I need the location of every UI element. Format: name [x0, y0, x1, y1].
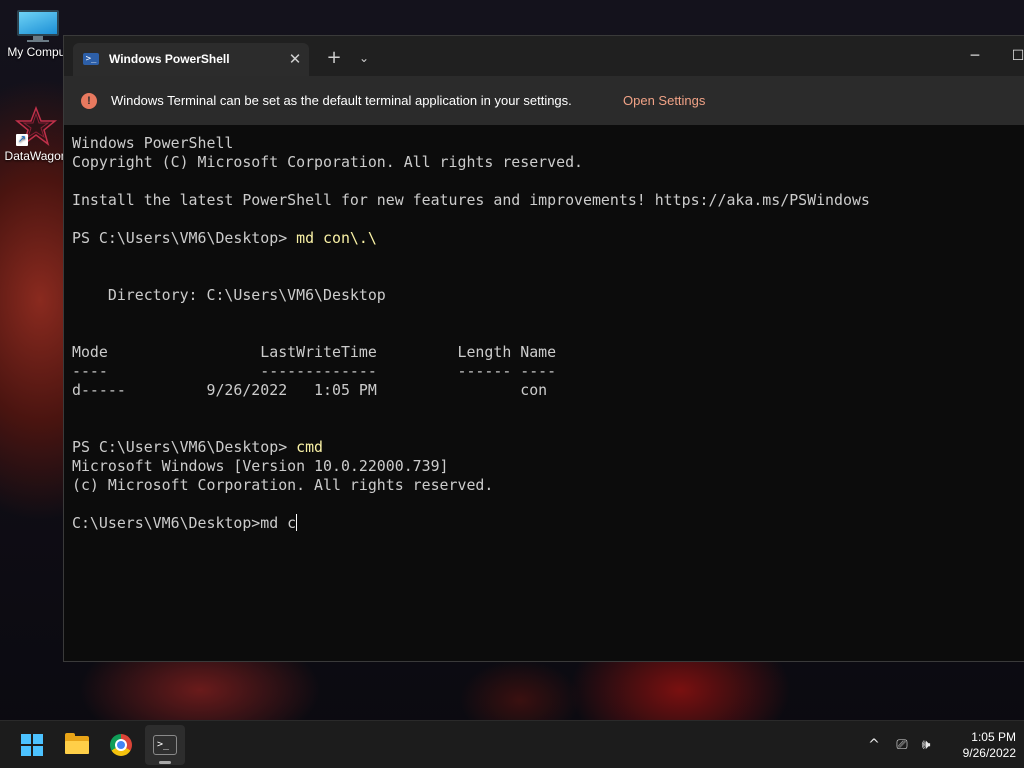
console-line: Mode LastWriteTime Length Name: [72, 343, 1017, 362]
text-cursor: [296, 514, 298, 531]
chrome-button[interactable]: [101, 725, 141, 765]
console-line: PS C:\Users\VM6\Desktop> md con\.\: [72, 229, 1017, 248]
clock-time: 1:05 PM: [971, 730, 1016, 744]
output-text: ---- ------------- ------ ----: [72, 362, 557, 380]
maximize-button[interactable]: ☐: [1004, 44, 1024, 68]
console-line: d----- 9/26/2022 1:05 PM con: [72, 381, 1017, 400]
output-text: Mode LastWriteTime Length Name: [72, 343, 557, 361]
desktop-icon-label: My Comput: [7, 45, 69, 59]
output-text: Copyright (C) Microsoft Corporation. All…: [72, 153, 584, 171]
output-text: (c) Microsoft Corporation. All rights re…: [72, 476, 494, 494]
terminal-window: >_ Windows PowerShell ✕ + ⌄ ─ ☐ ! Window…: [63, 35, 1024, 662]
file-explorer-button[interactable]: [57, 725, 97, 765]
new-tab-button[interactable]: +: [322, 46, 346, 70]
volume-icon[interactable]: 🕪: [916, 735, 936, 755]
desktop-icon-label: DataWagon: [4, 149, 68, 163]
console-line: Copyright (C) Microsoft Corporation. All…: [72, 153, 1017, 172]
desktop-icon-my-computer[interactable]: My Comput: [6, 10, 70, 59]
active-indicator: [159, 761, 171, 764]
minimize-button[interactable]: ─: [961, 44, 989, 68]
file-explorer-icon: [65, 733, 89, 754]
datawagon-icon: ↗: [14, 105, 58, 146]
console-line: (c) Microsoft Corporation. All rights re…: [72, 476, 1017, 495]
console-line: C:\Users\VM6\Desktop>md c: [72, 514, 1017, 533]
info-icon: !: [81, 93, 97, 109]
tab-title: Windows PowerShell: [109, 52, 230, 66]
chevron-up-icon[interactable]: ^: [864, 735, 884, 755]
taskbar: >_ ^ ⎚ 🕪 1:05 PM 9/26/2022: [0, 720, 1024, 768]
console-line: Microsoft Windows [Version 10.0.22000.73…: [72, 457, 1017, 476]
clock[interactable]: 1:05 PM 9/26/2022: [940, 729, 1016, 761]
console-line: Directory: C:\Users\VM6\Desktop: [72, 286, 1017, 305]
command-text: md con\.\: [296, 229, 377, 247]
console-output[interactable]: Windows PowerShell Copyright (C) Microsof…: [72, 134, 1017, 654]
terminal-icon: >_: [153, 735, 177, 755]
monitor-icon: [17, 10, 59, 42]
console-line: Windows PowerShell: [72, 134, 1017, 153]
output-text: Directory: C:\Users\VM6\Desktop: [72, 286, 386, 304]
chrome-icon: [110, 734, 132, 756]
open-settings-link[interactable]: Open Settings: [623, 93, 705, 108]
terminal-taskbar-button[interactable]: >_: [145, 725, 185, 765]
chevron-down-icon[interactable]: ⌄: [352, 46, 376, 70]
info-message: Windows Terminal can be set as the defau…: [111, 93, 572, 108]
prompt-text: PS C:\Users\VM6\Desktop>: [72, 438, 297, 456]
clock-date: 9/26/2022: [962, 746, 1016, 760]
start-button[interactable]: [12, 725, 52, 765]
start-icon: [21, 734, 43, 756]
tab-bar: >_ Windows PowerShell ✕ + ⌄ ─ ☐: [64, 36, 1024, 76]
network-icon[interactable]: ⎚: [892, 735, 912, 755]
prompt-text: PS C:\Users\VM6\Desktop>: [72, 229, 297, 247]
command-text: cmd: [296, 438, 324, 456]
tab-windows-powershell[interactable]: >_ Windows PowerShell ✕: [73, 43, 309, 76]
close-tab-icon[interactable]: ✕: [285, 49, 305, 69]
console-line: ---- ------------- ------ ----: [72, 362, 1017, 381]
info-bar: ! Windows Terminal can be set as the def…: [64, 76, 1024, 125]
powershell-icon: >_: [83, 53, 99, 65]
output-text: Windows PowerShell: [72, 134, 234, 152]
output-text: d----- 9/26/2022 1:05 PM con: [72, 381, 548, 399]
desktop-icon-datawagon[interactable]: ↗ DataWagon: [4, 105, 68, 163]
shortcut-arrow-icon: ↗: [16, 134, 28, 146]
output-text: C:\Users\VM6\Desktop>md c: [72, 514, 297, 532]
output-text: Microsoft Windows [Version 10.0.22000.73…: [72, 457, 449, 475]
console-line: Install the latest PowerShell for new fe…: [72, 191, 1017, 210]
console-line: PS C:\Users\VM6\Desktop> cmd: [72, 438, 1017, 457]
output-text: Install the latest PowerShell for new fe…: [72, 191, 870, 209]
